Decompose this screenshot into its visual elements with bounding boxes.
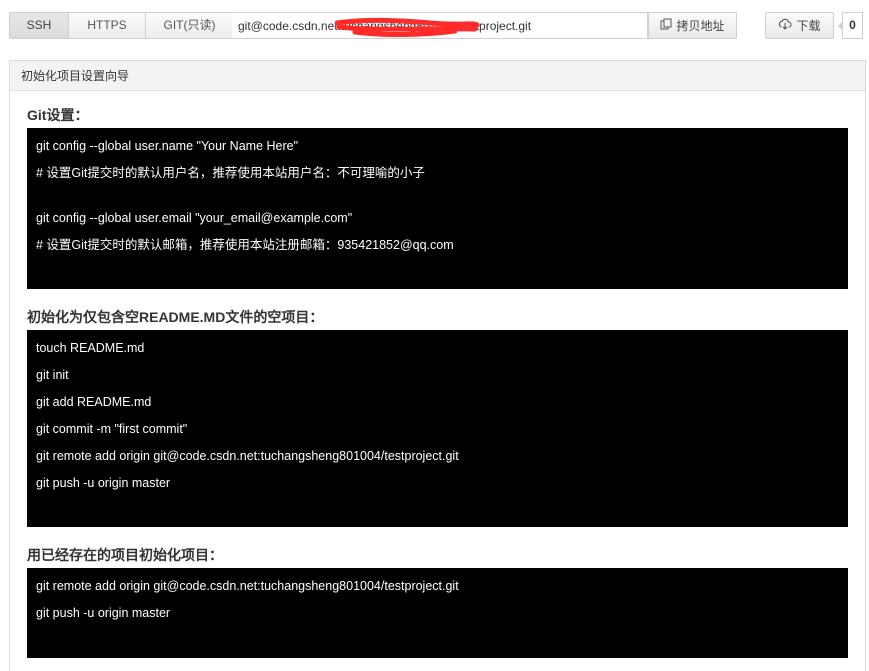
code-block-init-empty: touch README.md git init git add README.… [27,330,848,527]
tab-git-readonly[interactable]: GIT(只读) [146,13,233,38]
code-line: git config --global user.name "Your Name… [36,139,299,153]
download-count: 0 [838,12,863,39]
section-title-init-empty: 初始化为仅包含空README.MD文件的空项目： [27,309,324,325]
code-line: git init [36,368,69,382]
copy-url-button[interactable]: 拷贝地址 [648,12,737,39]
copy-icon [660,18,672,33]
protocol-tabs: SSH HTTPS GIT(只读) [9,12,234,39]
copy-button-label: 拷贝地址 [676,19,725,33]
tab-ssh[interactable]: SSH [10,13,69,38]
repo-url-input[interactable] [232,12,648,39]
download-button[interactable]: 下载 [765,12,834,39]
code-line: touch README.md [36,341,145,355]
code-line: git push -u origin master [36,606,171,620]
code-line: # 设置Git提交时的默认邮箱，推荐使用本站注册邮箱：935421852@qq.… [36,238,454,252]
section-title-git-settings: Git设置： [27,107,89,123]
download-button-label: 下载 [796,19,821,33]
code-line: git add README.md [36,395,152,409]
code-block-git-settings: git config --global user.name "Your Name… [27,128,848,289]
section-title-existing-project: 用已经存在的项目初始化项目： [27,547,223,563]
tab-https[interactable]: HTTPS [69,13,146,38]
code-line: git remote add origin git@code.csdn.net:… [36,449,459,463]
code-line: git push -u origin master [36,476,171,490]
code-line: # 设置Git提交时的默认用户名，推荐使用本站用户名：不可理喻的小子 [36,166,425,180]
code-line: git commit -m "first commit" [36,422,188,436]
code-block-existing-project: git remote add origin git@code.csdn.net:… [27,568,848,658]
code-line: git remote add origin git@code.csdn.net:… [36,579,459,593]
cloud-download-icon [778,18,793,33]
setup-wizard-panel: 初始化项目设置向导 Git设置： git config --global use… [9,60,866,671]
toolbar: SSH HTTPS GIT(只读) 拷贝地址 下载 0 [0,0,869,50]
code-line: git config --global user.email "your_ema… [36,211,353,225]
panel-title: 初始化项目设置向导 [10,61,865,91]
